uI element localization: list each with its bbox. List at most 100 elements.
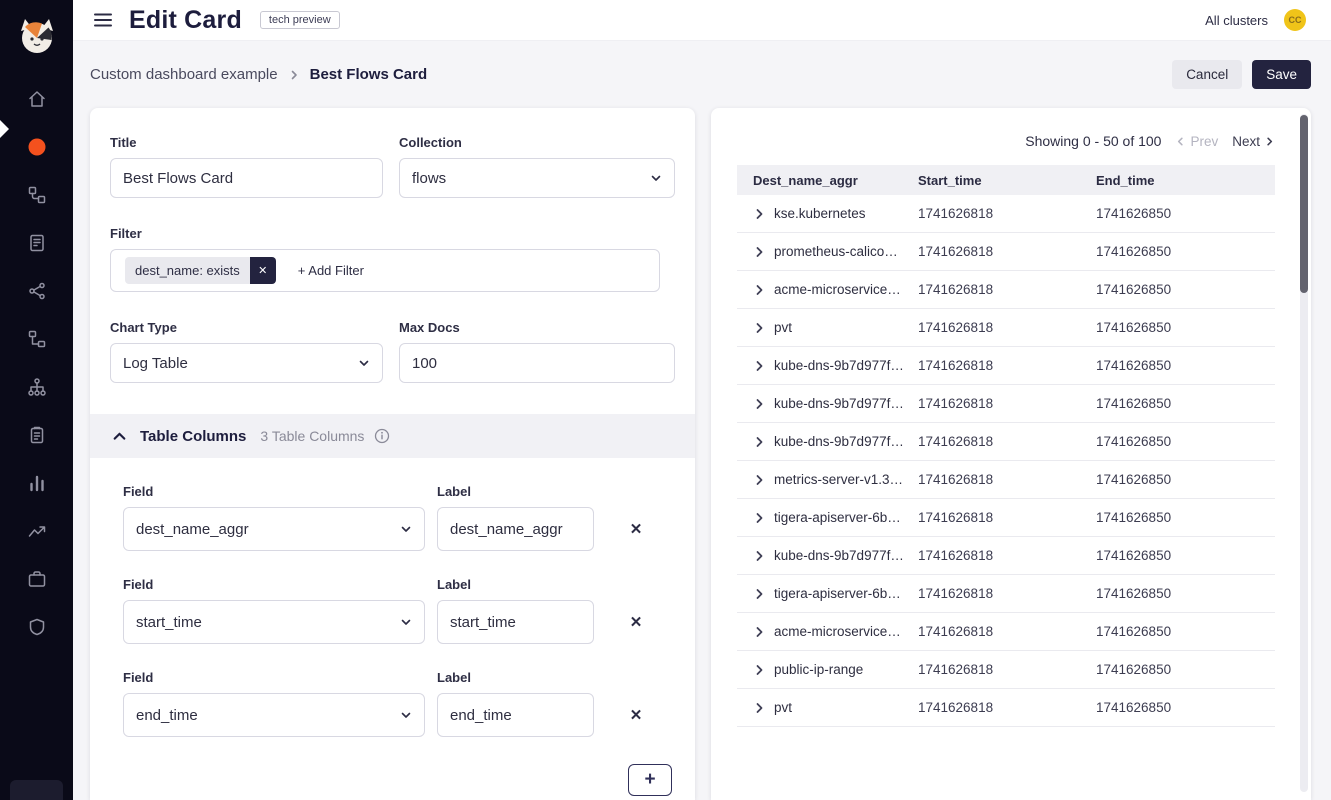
add-filter-button[interactable]: + Add Filter (298, 263, 364, 278)
row-end-time: 1741626850 (1096, 434, 1275, 449)
sidebar-item-storage[interactable] (25, 569, 49, 589)
table-row[interactable]: kube-dns-9b7d977f… 1741626818 1741626850 (737, 347, 1275, 385)
label-input[interactable] (437, 693, 594, 737)
sidebar-item-policies[interactable] (25, 233, 49, 253)
breadcrumb-current: Best Flows Card (310, 66, 428, 83)
label-input[interactable] (437, 507, 594, 551)
max-docs-label: Max Docs (399, 320, 675, 335)
label-input[interactable] (437, 600, 594, 644)
hamburger-menu-button[interactable] (90, 7, 116, 33)
chart-type-select[interactable]: Log Table (110, 343, 383, 383)
field-label: Field (123, 670, 425, 685)
row-start-time: 1741626818 (918, 320, 1096, 335)
table-row[interactable]: kube-dns-9b7d977f… 1741626818 1741626850 (737, 385, 1275, 423)
sidebar-item-clusters[interactable] (25, 377, 49, 397)
row-dest-name: acme-microservice… (774, 624, 901, 639)
row-end-time: 1741626850 (1096, 510, 1275, 525)
chevron-right-icon (1264, 136, 1275, 147)
chevron-left-icon (1175, 136, 1186, 147)
expand-row-icon[interactable] (753, 550, 765, 562)
field-select[interactable]: end_time (123, 693, 425, 737)
table-row[interactable]: kse.kubernetes 1741626818 1741626850 (737, 195, 1275, 233)
table-row[interactable]: metrics-server-v1.3… 1741626818 17416268… (737, 461, 1275, 499)
next-page-button[interactable]: Next (1232, 134, 1275, 149)
max-docs-input[interactable] (399, 343, 675, 383)
field-select[interactable]: start_time (123, 600, 425, 644)
table-row[interactable]: acme-microservice… 1741626818 1741626850 (737, 271, 1275, 309)
row-end-time: 1741626850 (1096, 472, 1275, 487)
avatar[interactable]: CC (1284, 9, 1306, 31)
sidebar-item-dashboards[interactable] (25, 137, 49, 157)
table-row[interactable]: prometheus-calico… 1741626818 1741626850 (737, 233, 1275, 271)
filter-box[interactable]: dest_name: exists ✕ + Add Filter (110, 249, 660, 292)
shield-icon (27, 617, 47, 637)
collection-label: Collection (399, 135, 675, 150)
table-row[interactable]: acme-microservice… 1741626818 1741626850 (737, 613, 1275, 651)
expand-row-icon[interactable] (753, 512, 765, 524)
field-select[interactable]: dest_name_aggr (123, 507, 425, 551)
table-row[interactable]: pvt 1741626818 1741626850 (737, 689, 1275, 727)
remove-column-button[interactable]: ✕ (624, 507, 648, 551)
breadcrumb-parent[interactable]: Custom dashboard example (90, 66, 278, 83)
expand-row-icon[interactable] (753, 436, 765, 448)
row-dest-name: public-ip-range (774, 662, 863, 677)
table-row[interactable]: kube-dns-9b7d977f… 1741626818 1741626850 (737, 423, 1275, 461)
expand-row-icon[interactable] (753, 360, 765, 372)
chevron-up-icon (112, 429, 127, 444)
add-column-button[interactable]: + (628, 764, 672, 796)
field-select-value: end_time (136, 707, 198, 724)
expand-row-icon[interactable] (753, 322, 765, 334)
main-area: Edit Card tech preview All clusters CC C… (73, 0, 1331, 800)
row-start-time: 1741626818 (918, 472, 1096, 487)
sidebar-item-compliance[interactable] (25, 425, 49, 445)
sidebar-item-network[interactable] (25, 281, 49, 301)
expand-row-icon[interactable] (753, 474, 765, 486)
remove-filter-button[interactable]: ✕ (250, 257, 276, 284)
sidebar-item-service-graph[interactable] (25, 185, 49, 205)
preview-scrollbar[interactable] (1300, 114, 1308, 792)
save-button[interactable]: Save (1252, 60, 1311, 89)
cancel-button[interactable]: Cancel (1172, 60, 1242, 89)
preview-panel: Showing 0 - 50 of 100 Prev Next Dest_nam… (711, 108, 1311, 800)
expand-row-icon[interactable] (753, 588, 765, 600)
calico-logo[interactable] (15, 14, 59, 63)
expand-row-icon[interactable] (753, 284, 765, 296)
expand-row-icon[interactable] (753, 702, 765, 714)
prev-page-button[interactable]: Prev (1175, 134, 1218, 149)
sidebar-item-activity[interactable] (25, 521, 49, 541)
sidebar-item-home[interactable] (25, 89, 49, 109)
table-columns-list: Field dest_name_aggr Label ✕ (110, 484, 675, 737)
table-columns-header: Table Columns 3 Table Columns (90, 414, 695, 458)
expand-row-icon[interactable] (753, 398, 765, 410)
row-dest-name: kube-dns-9b7d977f… (774, 358, 904, 373)
row-start-time: 1741626818 (918, 548, 1096, 563)
collapse-section-button[interactable] (110, 427, 129, 446)
title-label: Title (110, 135, 383, 150)
sidebar-item-security[interactable] (25, 617, 49, 637)
table-row[interactable]: tigera-apiserver-6b… 1741626818 17416268… (737, 499, 1275, 537)
table-row[interactable]: tigera-apiserver-6b… 1741626818 17416268… (737, 575, 1275, 613)
expand-row-icon[interactable] (753, 626, 765, 638)
info-button[interactable] (374, 428, 390, 444)
expand-row-icon[interactable] (753, 208, 765, 220)
table-row[interactable]: kube-dns-9b7d977f… 1741626818 1741626850 (737, 537, 1275, 575)
active-nav-indicator (0, 120, 9, 138)
table-row[interactable]: pvt 1741626818 1741626850 (737, 309, 1275, 347)
expand-row-icon[interactable] (753, 664, 765, 676)
scrollbar-thumb[interactable] (1300, 115, 1308, 293)
remove-column-button[interactable]: ✕ (624, 693, 648, 737)
table-row[interactable]: public-ip-range 1741626818 1741626850 (737, 651, 1275, 689)
sidebar-item-reports[interactable] (25, 473, 49, 493)
filter-chip[interactable]: dest_name: exists ✕ (125, 257, 276, 284)
remove-column-button[interactable]: ✕ (624, 600, 648, 644)
label-label: Label (437, 577, 594, 592)
collection-select[interactable]: flows (399, 158, 675, 198)
all-clusters-selector[interactable]: All clusters (1205, 13, 1268, 28)
sidebar-item-flows[interactable] (25, 329, 49, 349)
sidebar-nav (25, 89, 49, 637)
card-editor-panel: Title Collection flows Filter (90, 108, 695, 800)
title-input[interactable] (110, 158, 383, 198)
sidebar-footer[interactable] (10, 780, 63, 800)
network-share-icon (27, 281, 47, 301)
expand-row-icon[interactable] (753, 246, 765, 258)
